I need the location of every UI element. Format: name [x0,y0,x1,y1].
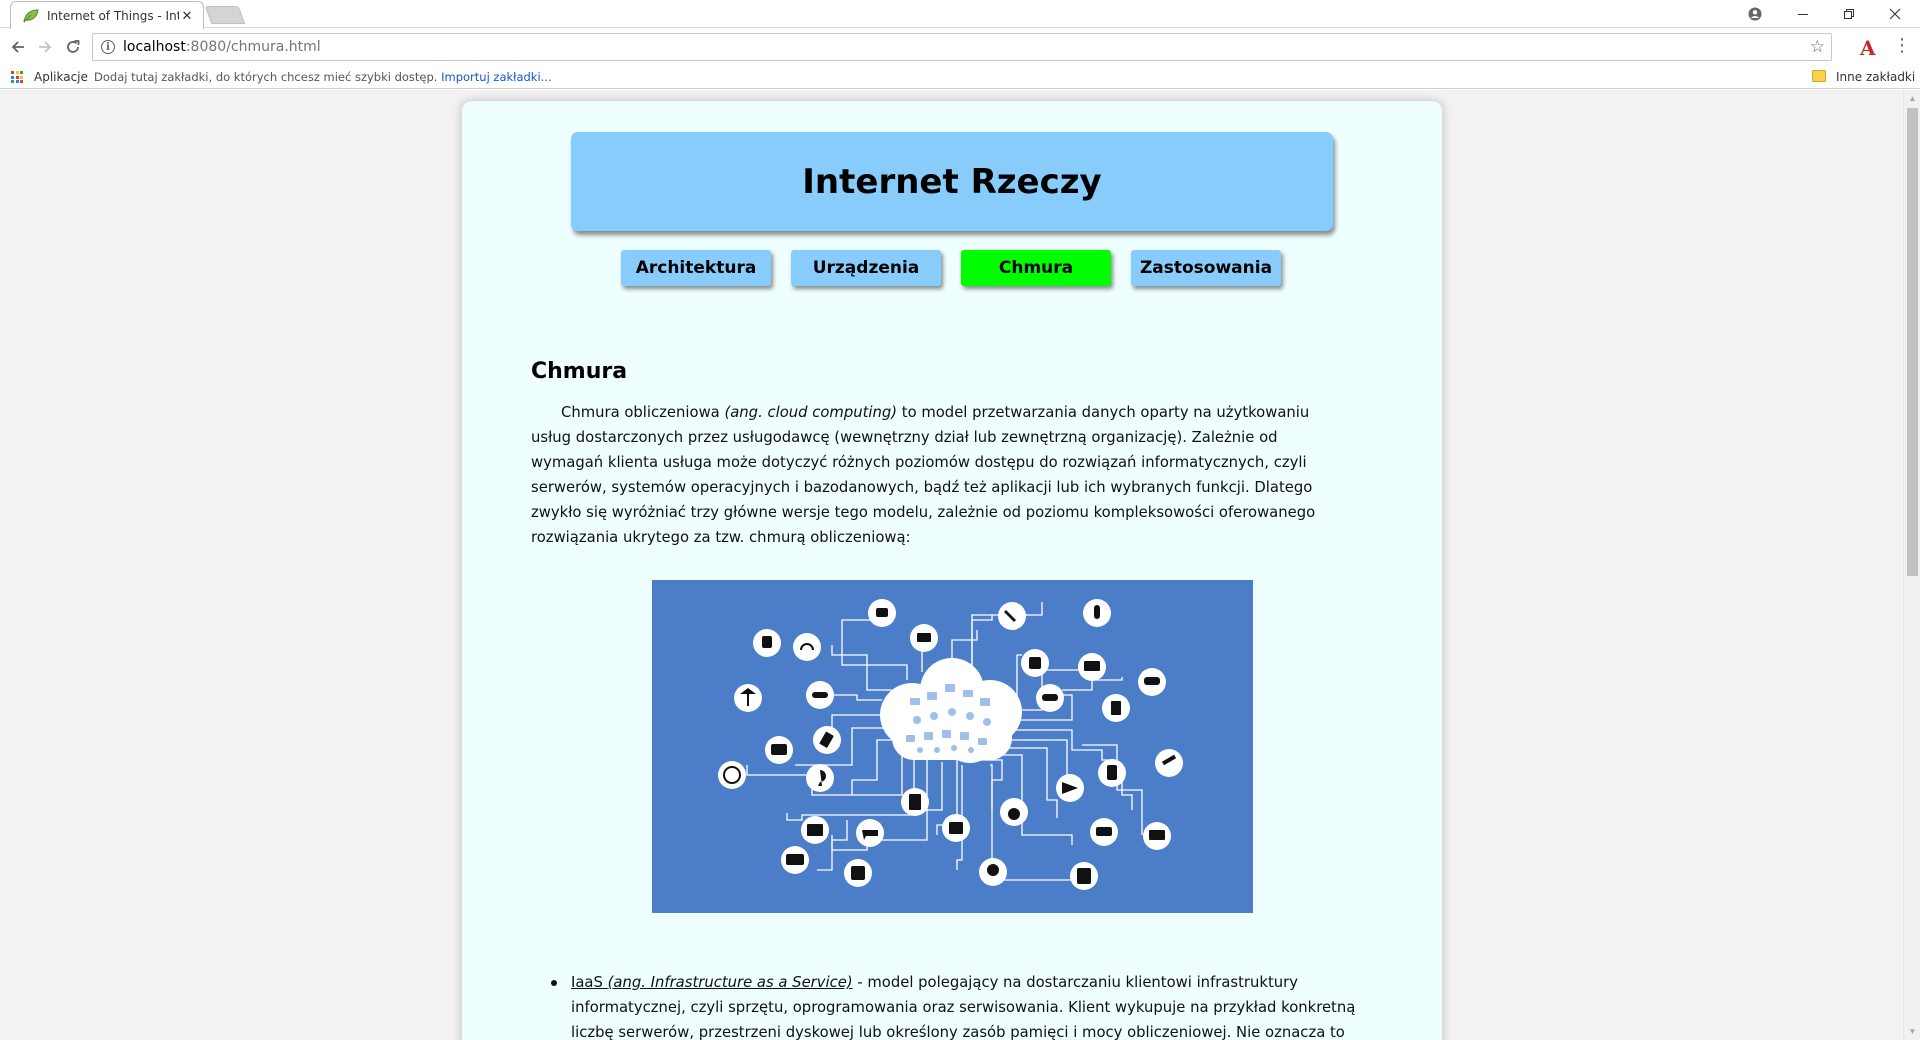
paragraph-body: to model przetwarzania danych oparty na … [531,404,1316,546]
close-window-icon[interactable] [1872,0,1918,28]
intro-paragraph: Chmura obliczeniowa (ang. cloud computin… [531,400,1351,550]
list-item: IaaS (ang. Infrastructure as a Service) … [551,970,1361,1040]
site-title: Internet Rzeczy [802,161,1102,202]
profile-icon[interactable] [1732,0,1778,28]
vertical-scrollbar[interactable]: ▲ ▼ [1903,90,1920,1040]
address-bar[interactable]: i localhost:8080/chmura.html ☆ [92,33,1832,61]
iot-cloud-illustration [652,580,1253,913]
leaf-favicon-icon [23,8,39,23]
url-host: localhost [123,39,186,55]
term-english: (ang. Infrastructure as a Service) [607,974,853,991]
paragraph-start: Chmura obliczeniowa [561,404,725,421]
forward-icon[interactable] [33,35,57,59]
tab-title: Internet of Things - Inter [47,8,179,23]
tab-strip: Internet of Things - Inter ✕ [0,0,1920,29]
main-nav: Architektura Urządzenia Chmura Zastosowa… [462,250,1442,290]
nav-architektura[interactable]: Architektura [621,250,771,286]
apps-grid-icon[interactable] [11,71,23,83]
tab-close-icon[interactable]: ✕ [179,8,195,24]
nav-chmura[interactable]: Chmura [961,250,1111,286]
back-icon[interactable] [6,35,30,59]
minimize-icon[interactable] [1780,0,1826,28]
new-tab-button[interactable] [204,6,246,24]
scroll-down-icon[interactable]: ▼ [1904,1023,1920,1040]
browser-toolbar: i localhost:8080/chmura.html ☆ A ⋮ [0,29,1920,65]
nav-urzadzenia[interactable]: Urządzenia [791,250,941,286]
nav-zastosowania[interactable]: Zastosowania [1131,250,1281,286]
service-models-list: IaaS (ang. Infrastructure as a Service) … [551,970,1361,1040]
section-heading: Chmura [531,359,628,384]
paragraph-english-term: (ang. cloud computing) [724,404,898,421]
import-bookmarks-link[interactable]: Importuj zakładki... [441,70,552,84]
url-path: :8080/chmura.html [185,39,321,55]
bookmark-star-icon[interactable]: ☆ [1810,37,1825,57]
scrollbar-thumb[interactable] [1907,108,1918,576]
list-item-term[interactable]: IaaS (ang. Infrastructure as a Service) [571,974,853,991]
main-content: Chmura Chmura obliczeniowa (ang. cloud c… [531,359,1361,550]
bookmarks-bar: Aplikacje Dodaj tutaj zakładki, do który… [0,65,1920,89]
site-header: Internet Rzeczy [571,132,1333,231]
bookmarks-hint: Dodaj tutaj zakładki, do których chcesz … [94,70,552,84]
info-icon[interactable]: i [101,40,115,54]
folder-icon [1812,70,1826,82]
acrobat-extension-icon[interactable]: A [1860,36,1876,60]
page-container: Internet Rzeczy Architektura Urządzenia … [462,101,1442,1040]
term-abbr: IaaS [571,974,603,991]
bullet-icon [551,980,557,986]
apps-bookmark[interactable]: Aplikacje [34,70,88,84]
scroll-up-icon[interactable]: ▲ [1904,90,1920,107]
browser-menu-icon[interactable]: ⋮ [1892,35,1912,56]
reload-icon[interactable] [61,35,85,59]
browser-tab[interactable]: Internet of Things - Inter ✕ [10,1,204,29]
bookmarks-hint-text: Dodaj tutaj zakładki, do których chcesz … [94,70,438,84]
page-viewport: Internet Rzeczy Architektura Urządzenia … [0,90,1903,1040]
restore-icon[interactable] [1826,0,1872,28]
other-bookmarks[interactable]: Inne zakładki [1836,70,1915,84]
